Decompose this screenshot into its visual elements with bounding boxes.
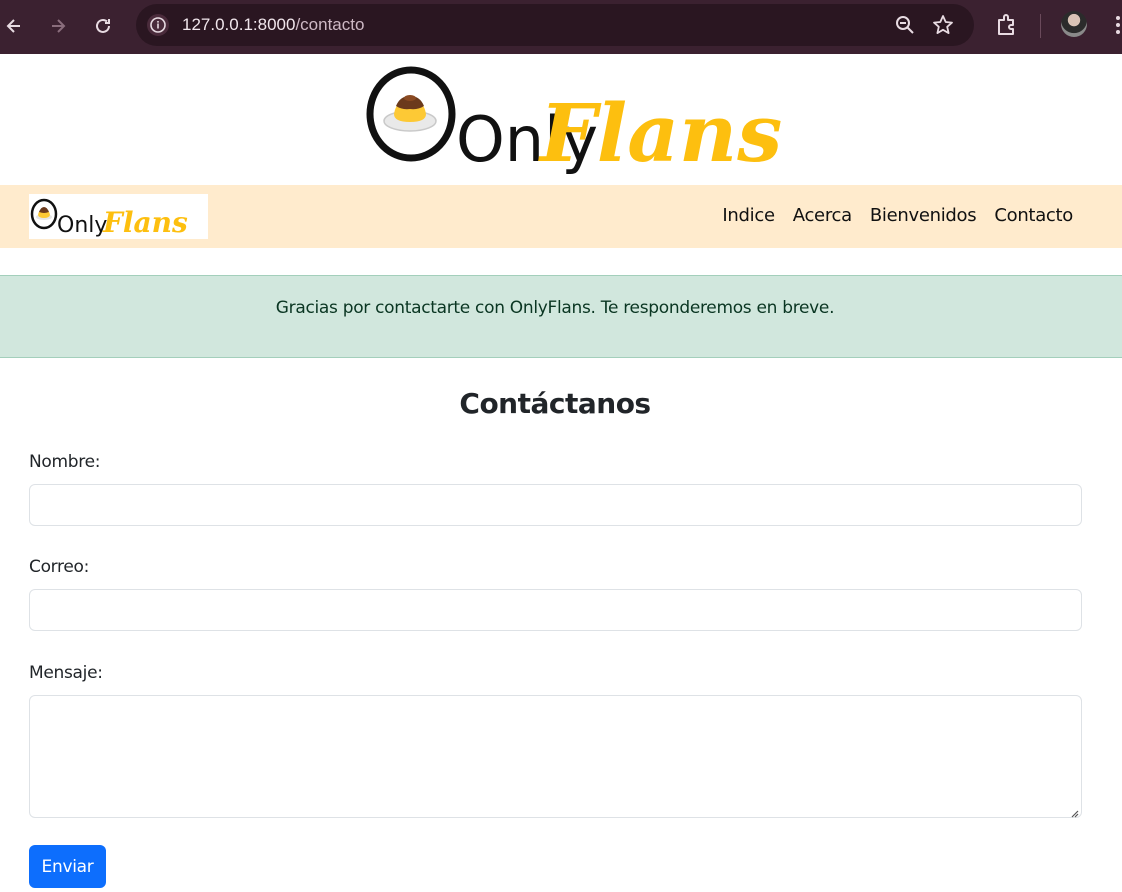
page: Only Flans Only Flans Indice Acerca Bien… [0, 54, 1122, 892]
bookmark-star-icon[interactable] [932, 14, 954, 36]
nav-link-acerca[interactable]: Acerca [793, 205, 852, 226]
form-title: Contáctanos [459, 387, 651, 420]
email-field[interactable] [29, 589, 1082, 631]
resize-grip-icon[interactable] [1069, 805, 1079, 818]
more-menu-icon[interactable] [1108, 12, 1122, 38]
success-alert: Gracias por contactarte con OnlyFlans. T… [0, 275, 1122, 358]
zoom-icon[interactable] [894, 14, 916, 36]
url-path: /contacto [295, 15, 365, 34]
message-textarea[interactable] [29, 695, 1082, 818]
browser-toolbar: 127.0.0.1:8000/contacto [0, 0, 1122, 54]
navbar-links: Indice Acerca Bienvenidos Contacto [722, 205, 1073, 226]
toolbar-separator [1040, 14, 1041, 38]
nav-link-bienvenidos[interactable]: Bienvenidos [870, 205, 977, 226]
navbar-brand-logo[interactable]: Only Flans [29, 194, 208, 239]
address-bar[interactable]: 127.0.0.1:8000/contacto [136, 4, 974, 46]
navbar-logo-flans-text: Flans [102, 206, 188, 239]
alert-message: Gracias por contactarte con OnlyFlans. T… [275, 298, 835, 318]
hero-logo: Only Flans [366, 64, 806, 180]
site-info-icon[interactable] [146, 13, 170, 37]
submit-button[interactable]: Enviar [29, 845, 106, 888]
back-icon[interactable] [0, 12, 28, 40]
hero-logo-flans-text: Flans [538, 86, 782, 174]
nav-link-contacto[interactable]: Contacto [994, 205, 1073, 226]
reload-icon[interactable] [89, 12, 117, 40]
profile-avatar[interactable] [1061, 11, 1087, 37]
message-label: Mensaje: [29, 663, 103, 683]
url-text[interactable]: 127.0.0.1:8000/contacto [182, 15, 364, 35]
navbar: Only Flans Indice Acerca Bienvenidos Con… [0, 185, 1122, 248]
url-host: 127.0.0.1:8000 [182, 15, 296, 34]
extensions-icon[interactable] [994, 12, 1020, 38]
email-label: Correo: [29, 557, 90, 577]
nav-link-indice[interactable]: Indice [722, 205, 775, 226]
name-label: Nombre: [29, 452, 101, 472]
navbar-logo-only-text: Only [57, 213, 107, 238]
name-field[interactable] [29, 484, 1082, 526]
forward-icon[interactable] [44, 12, 72, 40]
